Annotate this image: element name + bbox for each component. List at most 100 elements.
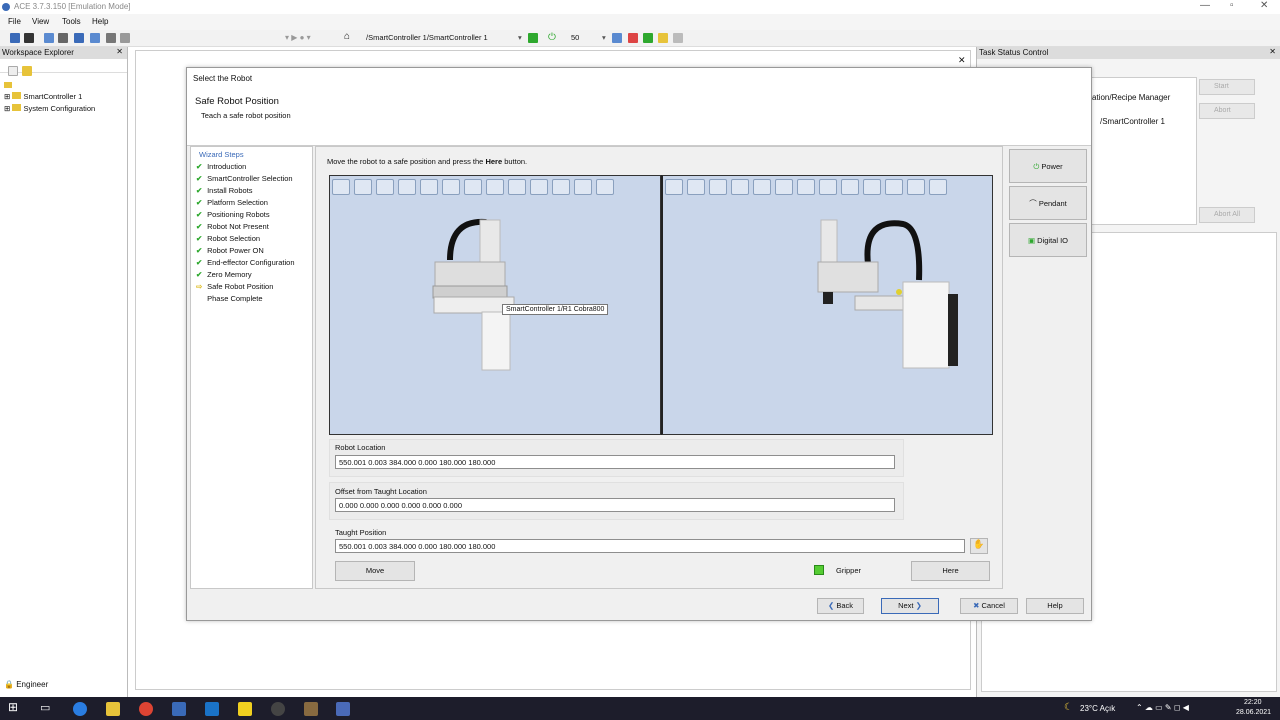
folder-icon[interactable] [22, 66, 32, 76]
folder-icon[interactable] [658, 33, 668, 43]
list-icon[interactable] [673, 33, 683, 43]
windows-start-icon[interactable]: ⊞ [8, 700, 22, 714]
ace-taskbar-icon[interactable] [336, 702, 350, 716]
abort-button-label: Abort [1214, 107, 1231, 114]
step-robot-not-present: ✔ Robot Not Present [196, 222, 269, 231]
app-icon [2, 3, 10, 11]
edge-browser-icon[interactable] [73, 702, 87, 716]
gear-icon[interactable] [643, 33, 653, 43]
minimize-icon[interactable]: — [1200, 0, 1210, 11]
step-label: SmartController Selection [207, 174, 293, 183]
power-button-label: Power [1041, 162, 1063, 171]
mail-icon[interactable] [172, 702, 186, 716]
main-toolbar: ▾ ▶ ● ▾ ⌂ /SmartController 1/SmartContro… [0, 30, 1280, 47]
here-button[interactable]: Here [911, 561, 990, 581]
menu-view[interactable]: View [32, 17, 49, 26]
step-smartcontroller-selection: ✔ SmartController Selection [196, 174, 293, 183]
panel-icon[interactable] [106, 33, 116, 43]
window-icon[interactable] [90, 33, 100, 43]
next-button[interactable]: Next ❯ [881, 598, 939, 614]
step-label: Positioning Robots [207, 210, 270, 219]
page-subtitle: Teach a safe robot position [201, 111, 291, 120]
pin-icon[interactable]: ✕ [116, 47, 123, 56]
robot-viewport-left[interactable]: SmartController 1/R1 Cobra800 [329, 175, 661, 435]
cancel-button-label: Cancel [981, 601, 1005, 610]
clock-time[interactable]: 22:20 [1244, 699, 1262, 706]
move-button[interactable]: Move [335, 561, 415, 581]
power-icon[interactable]: ⏻ [548, 32, 556, 43]
check-icon: ✔ [196, 270, 203, 279]
select-robot-wizard: Select the Robot Safe Robot Position Tea… [186, 67, 1092, 621]
step-label: Install Robots [207, 186, 253, 195]
step-safe-robot-position: ⇨ Safe Robot Position [196, 282, 273, 291]
file-explorer-icon[interactable] [106, 702, 120, 716]
move-icon[interactable] [528, 33, 538, 43]
folder-icon [12, 104, 22, 111]
teach-icon[interactable]: ✋ [970, 538, 988, 554]
close-icon[interactable]: ✕ [1269, 47, 1276, 56]
close-icon[interactable]: ✕ [1260, 0, 1268, 11]
start-button[interactable]: Start [1199, 79, 1255, 95]
chevron-down-icon[interactable]: ▾ [602, 33, 606, 42]
search-icon[interactable] [24, 33, 34, 43]
abort-button[interactable]: Abort [1199, 103, 1255, 119]
instruction-pre: Move the robot to a safe position and pr… [327, 157, 486, 166]
chrome-icon[interactable] [139, 702, 153, 716]
tray-icons[interactable]: ⌃ ☁ ▭ ✎ ◻ ◀ [1136, 703, 1189, 712]
maximize-icon[interactable]: ▫ [1230, 0, 1234, 11]
play-icon[interactable]: ▾ ▶ ● ▾ [285, 33, 311, 42]
outlook-icon[interactable] [205, 702, 219, 716]
display-icon[interactable] [74, 33, 84, 43]
pendant-button[interactable]: ⌒ Pendant [1009, 186, 1087, 220]
step-install-robots: ✔ Install Robots [196, 186, 253, 195]
gripper-label: Gripper [836, 566, 862, 575]
menu-help[interactable]: Help [92, 17, 108, 26]
task-row-controller[interactable]: /SmartController 1 [1100, 117, 1165, 126]
stop-icon[interactable] [628, 33, 638, 43]
tool-icon[interactable] [44, 33, 54, 43]
check-icon: ✔ [196, 198, 203, 207]
weather-text[interactable]: 23°C Açık [1080, 704, 1115, 713]
robot-viewport-right[interactable] [661, 175, 993, 435]
app-icon[interactable] [271, 702, 285, 716]
step-introduction: ✔ Introduction [196, 162, 246, 171]
controller-path-select[interactable]: /SmartController 1/SmartController 1 [366, 33, 488, 42]
close-icon[interactable]: ✕ [958, 55, 966, 66]
taught-position-field[interactable]: 550.001 0.003 384.000 0.000 180.000 180.… [335, 539, 965, 553]
menu-tools[interactable]: Tools [62, 17, 81, 26]
step-label: Robot Not Present [207, 222, 269, 231]
start-button-label: Start [1214, 83, 1229, 90]
task-row-recipe-manager[interactable]: ation/Recipe Manager [1092, 93, 1170, 102]
chevron-down-icon[interactable]: ▾ [518, 33, 522, 42]
tree-item-system-configuration[interactable]: ⊞ System Configuration [4, 104, 95, 113]
digital-io-button[interactable]: ▣ Digital IO [1009, 223, 1087, 257]
new-icon[interactable] [8, 66, 18, 76]
abort-all-button[interactable]: Abort All [1199, 207, 1255, 223]
step-end-effector-configuration: ✔ End-effector Configuration [196, 258, 295, 267]
robot-icon[interactable] [120, 33, 130, 43]
back-button[interactable]: ❮ Back [817, 598, 864, 614]
robot-model-front [432, 218, 515, 371]
instruction-text: Move the robot to a safe position and pr… [327, 157, 527, 166]
tree-item-smartcontroller[interactable]: ⊞ SmartController 1 [4, 92, 82, 101]
next-button-label: Next [898, 601, 914, 610]
speed-select[interactable]: 50 [571, 33, 579, 42]
clock-date[interactable]: 28.06.2021 [1236, 709, 1271, 716]
check-icon: ✔ [196, 210, 203, 219]
monitor-icon[interactable] [612, 33, 622, 43]
app-icon[interactable] [304, 702, 318, 716]
save-icon[interactable] [10, 33, 20, 43]
power-button[interactable]: ⏻ Power [1009, 149, 1087, 183]
task-view-icon[interactable]: ▭ [40, 701, 54, 715]
window-title: ACE 3.7.3.150 [Emulation Mode] [14, 2, 131, 11]
grid-icon[interactable] [58, 33, 68, 43]
sticky-notes-icon[interactable] [238, 702, 252, 716]
next-arrow-icon: ❯ [915, 601, 922, 610]
menu-file[interactable]: File [8, 17, 21, 26]
check-icon: ✔ [196, 186, 203, 195]
move-button-label: Move [365, 566, 385, 575]
tree-item-label: System Configuration [23, 104, 96, 113]
home-icon[interactable]: ⌂ [344, 31, 354, 42]
cancel-button[interactable]: ✖ Cancel [960, 598, 1018, 614]
help-button[interactable]: Help [1026, 598, 1084, 614]
